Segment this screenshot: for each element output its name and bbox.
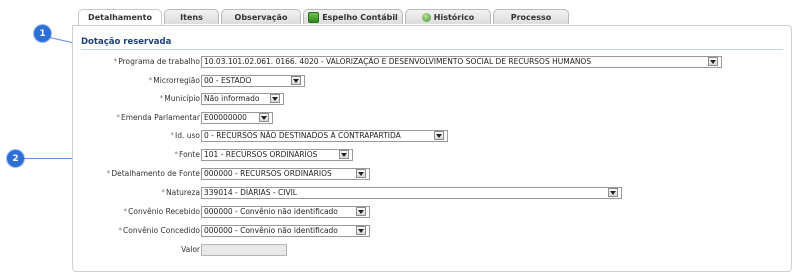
field-label: *Microrregião (148, 76, 200, 85)
section-divider (81, 49, 783, 50)
field-row-id-uso: *Id. uso (0, 129, 200, 142)
field-label: Valor (181, 245, 200, 254)
field-label: *Detalhamento de Fonte (106, 169, 200, 178)
chevron-down-icon[interactable] (259, 113, 269, 122)
natureza-select[interactable]: 339014 - DIÁRIAS - CIVIL (201, 187, 622, 199)
history-icon (421, 12, 431, 22)
field-label: *Convênio Recebido (123, 207, 200, 216)
field-row-microrregiao: *Microrregião (0, 74, 200, 87)
id-uso-select[interactable]: 0 - RECURSOS NÃO DESTINADOS À CONTRAPART… (201, 130, 448, 142)
field-row-municipio: *Município (0, 92, 200, 105)
valor-field[interactable] (201, 244, 287, 256)
fonte-select[interactable]: 101 - RECURSOS ORDINÁRIOS (201, 149, 353, 161)
field-row-programa: *Programa de trabalho (0, 55, 200, 68)
field-row-valor: Valor (0, 243, 200, 256)
callout-badge-1: 1 (34, 25, 51, 42)
field-row-fonte: *Fonte (0, 148, 200, 161)
microrregiao-select[interactable]: 00 - ESTADO (201, 75, 305, 87)
chevron-down-icon[interactable] (356, 207, 366, 216)
field-label: *Id. uso (170, 131, 200, 140)
field-label: *Município (159, 94, 200, 103)
field-label: *Programa de trabalho (113, 57, 200, 66)
field-row-detalhamento-fonte: *Detalhamento de Fonte (0, 167, 200, 180)
tab-espelho-contabil[interactable]: Espelho Contábil (303, 9, 403, 24)
tab-bar: Detalhamento Itens Observação Espelho Co… (72, 9, 792, 25)
convenio-concedido-select[interactable]: 000000 - Convênio não identificado (201, 225, 370, 237)
chevron-down-icon[interactable] (608, 188, 618, 197)
tab-detalhamento[interactable]: Detalhamento (78, 9, 162, 25)
field-label: *Convênio Concedido (118, 226, 200, 235)
convenio-recebido-select[interactable]: 000000 - Convênio não identificado (201, 206, 370, 218)
field-row-convenio-concedido: *Convênio Concedido (0, 224, 200, 237)
field-label: *Fonte (174, 150, 200, 159)
tab-itens[interactable]: Itens (164, 9, 219, 24)
tab-processo[interactable]: Processo (493, 9, 569, 24)
chevron-down-icon[interactable] (270, 94, 280, 103)
chevron-down-icon[interactable] (291, 76, 301, 85)
field-row-natureza: *Natureza (0, 186, 200, 199)
chevron-down-icon[interactable] (434, 131, 444, 140)
section-title: Dotação reservada (81, 37, 172, 47)
chevron-down-icon[interactable] (708, 57, 718, 66)
programa-trabalho-select[interactable]: 10.03.101.02.061. 0166. 4020 - VALORIZAÇ… (201, 56, 722, 68)
chevron-down-icon[interactable] (356, 169, 366, 178)
field-label: *Emenda Parlamentar (116, 113, 200, 122)
chevron-down-icon[interactable] (356, 226, 366, 235)
tab-observacao[interactable]: Observação (221, 9, 301, 24)
field-label: *Natureza (161, 188, 200, 197)
detalhamento-fonte-select[interactable]: 000000 - RECURSOS ORDINÁRIOS (201, 168, 370, 180)
chevron-down-icon[interactable] (339, 150, 349, 159)
tab-historico[interactable]: Histórico (405, 9, 491, 24)
field-row-convenio-recebido: *Convênio Recebido (0, 205, 200, 218)
field-row-emenda: *Emenda Parlamentar (0, 111, 200, 124)
ledger-icon (308, 11, 320, 23)
